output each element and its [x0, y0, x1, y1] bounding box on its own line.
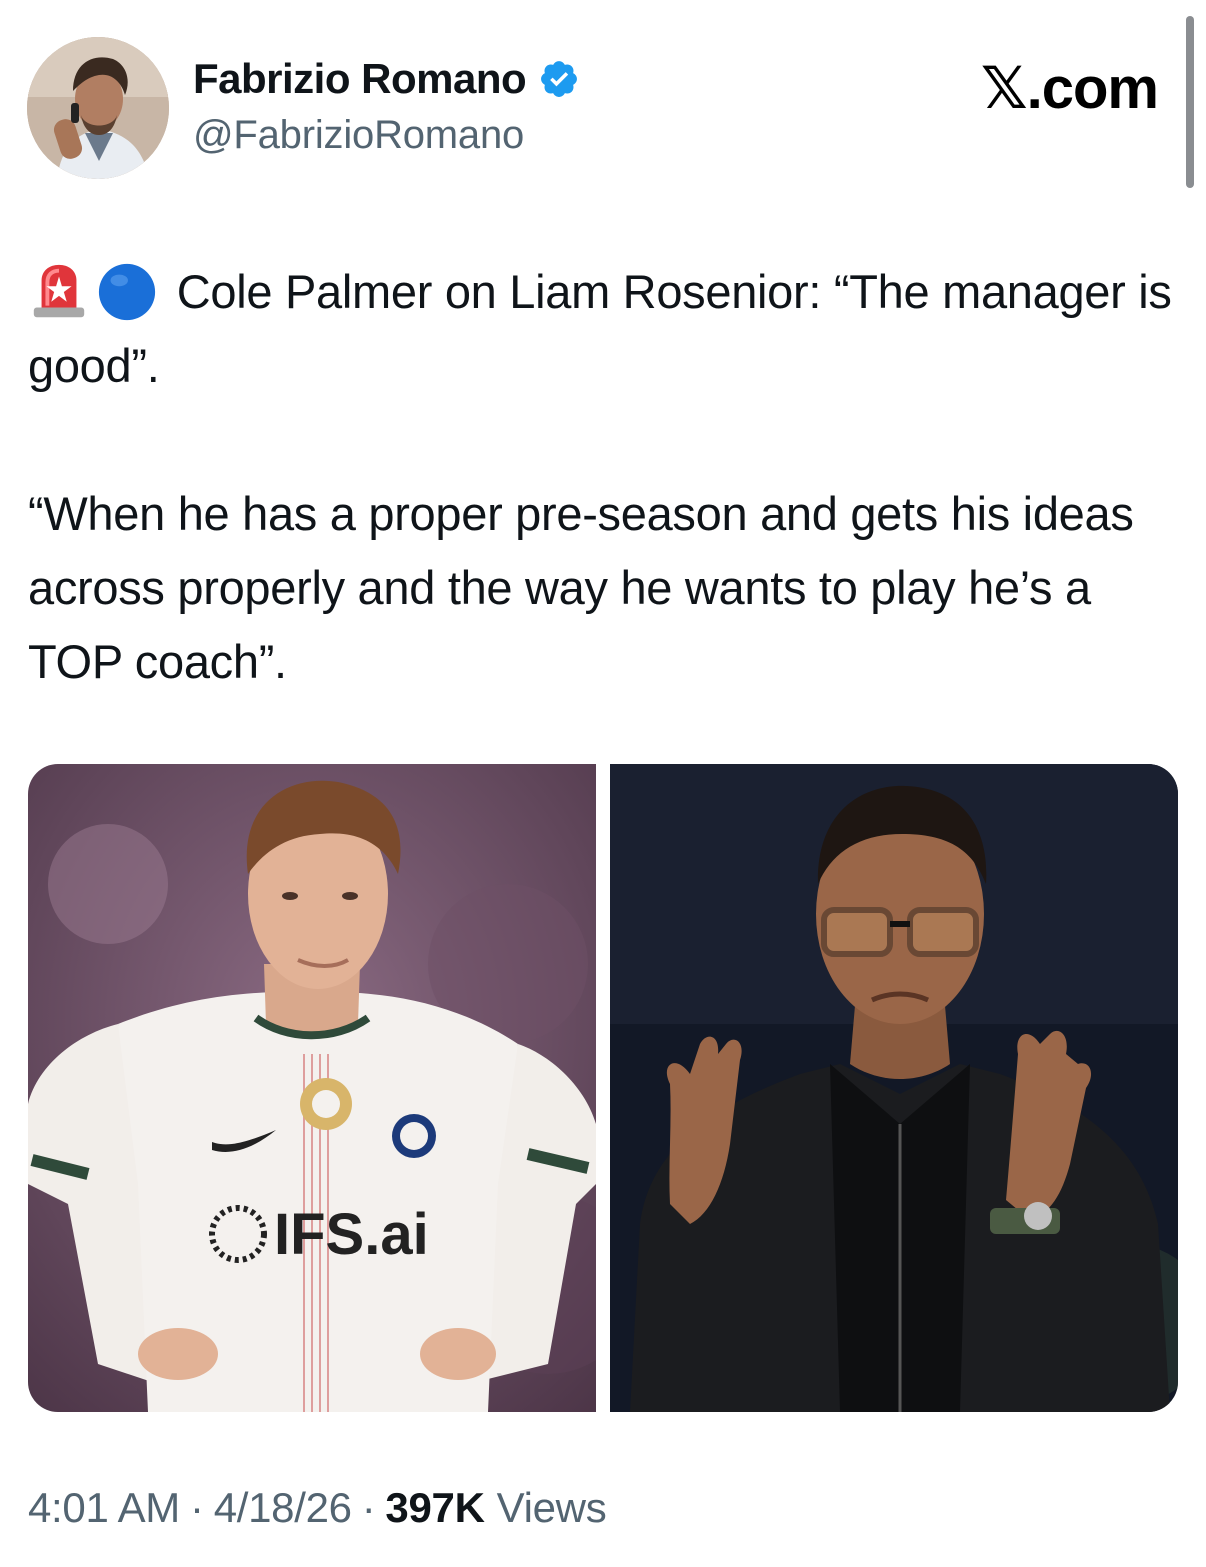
rotating-light-emoji [28, 261, 90, 323]
x-domain-text: .com [1026, 56, 1159, 121]
tweet-paragraph-1: Cole Palmer on Liam Rosenior: “The manag… [28, 255, 1178, 403]
tweet-line-1: Cole Palmer on Liam Rosenior: “The manag… [28, 265, 1172, 392]
tweet-meta: 4:01 AM · 4/18/26 · 397K Views [28, 1484, 607, 1532]
tweet-time[interactable]: 4:01 AM [28, 1484, 180, 1532]
x-logo-icon: 𝕏 [980, 54, 1028, 122]
verified-badge-icon [541, 61, 578, 97]
tweet-paragraph-2: “When he has a proper pre-season and get… [28, 487, 1134, 688]
tweet-text: Cole Palmer on Liam Rosenior: “The manag… [28, 255, 1178, 699]
shirt-sponsor-text: IFS.ai [274, 1202, 429, 1267]
author-name-row[interactable]: Fabrizio Romano [193, 54, 580, 104]
views-count: 397K [385, 1484, 485, 1531]
views-label: Views [496, 1484, 607, 1531]
profile-photo [27, 37, 169, 179]
meta-separator: · [361, 1484, 376, 1531]
media-grid[interactable]: IFS.ai [28, 764, 1178, 1412]
x-com-logo: 𝕏 .com [980, 54, 1159, 122]
author-handle[interactable]: @FabrizioRomano [193, 113, 524, 158]
meta-separator: · [190, 1484, 204, 1531]
photo-liam-rosenior[interactable] [610, 764, 1178, 1412]
photo-cole-palmer[interactable]: IFS.ai [28, 764, 596, 1412]
tweet-date[interactable]: 4/18/26 [214, 1484, 352, 1532]
author-display-name[interactable]: Fabrizio Romano [193, 55, 527, 103]
scrollbar[interactable] [1186, 16, 1194, 188]
author-avatar[interactable] [27, 37, 169, 179]
blue-circle-emoji [96, 261, 158, 323]
